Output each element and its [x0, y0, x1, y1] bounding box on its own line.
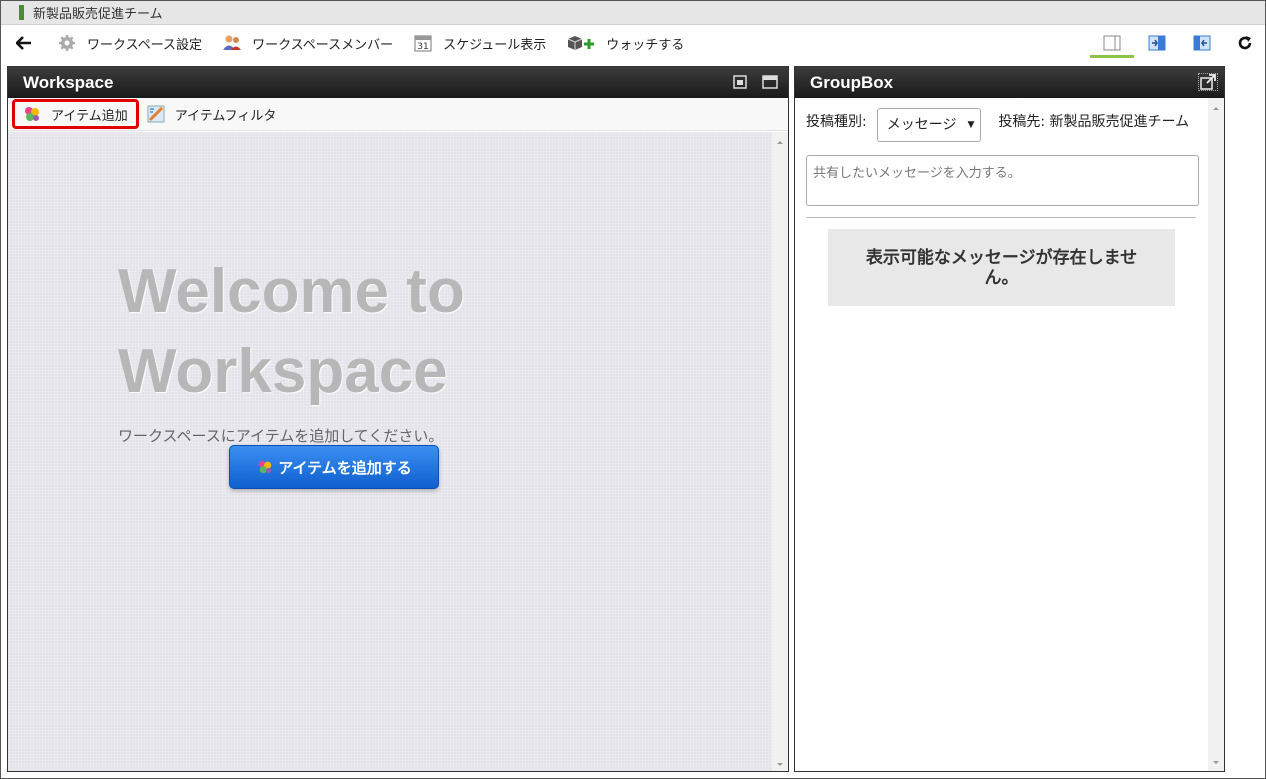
groupbox-title: GroupBox: [810, 72, 894, 92]
post-type-select[interactable]: メッセージ ▼: [876, 108, 982, 142]
workspace-members-label: ワークスペースメンバー: [252, 37, 394, 53]
arrow-left-icon: [16, 36, 31, 50]
schedule-view-button[interactable]: 31 スケジュール表示: [403, 29, 556, 57]
workspace-header-icons: [730, 73, 780, 91]
window-title: 新製品販売促進チーム: [33, 7, 163, 22]
workspace-settings-button[interactable]: ワークスペース設定: [47, 29, 212, 57]
empty-message-box: 表示可能なメッセージが存在しません。: [828, 229, 1175, 306]
groupbox-divider: [806, 217, 1196, 218]
workspace-title: Workspace: [23, 72, 114, 92]
groupbox-scrollbar[interactable]: [1208, 98, 1224, 771]
workspace-restore-button[interactable]: [730, 73, 750, 91]
toolbar: ワークスペース設定 ワークスペースメンバー 31 スケジュール表示 ウォッチする: [1, 26, 1265, 60]
item-filter-action[interactable]: アイテムフィルタ: [139, 100, 285, 128]
dropdown-arrow-icon: ▼: [967, 120, 975, 130]
external-link-icon: [1200, 74, 1216, 90]
groupbox-body: 投稿種別: メッセージ ▼ 投稿先: 新製品販売促進チーム 共有したいメッセージ…: [795, 98, 1208, 771]
welcome-heading: Welcome to Workspace: [118, 252, 465, 412]
groupbox-panel: GroupBox 投稿種別: メッセージ ▼ 投稿先: 新製品販売促進チーム 共…: [794, 66, 1225, 772]
calendar-day-text: 31: [417, 42, 428, 52]
layout-single-button[interactable]: [1090, 28, 1134, 58]
gear-icon: [57, 33, 77, 53]
welcome-line-1: Welcome to: [118, 257, 465, 326]
workspace-panel: Workspace アイテム追加 アイテムフィルタ Welcome to Wor…: [7, 66, 789, 772]
add-item-button-label: アイテムを追加する: [278, 458, 412, 477]
groupbox-header-icons: [1198, 73, 1218, 91]
watch-button[interactable]: ウォッチする: [556, 29, 694, 57]
window-maximize-icon: [762, 75, 778, 89]
workspace-action-bar: アイテム追加 アイテムフィルタ: [8, 98, 788, 131]
scroll-up-arrow-icon: [1213, 107, 1219, 110]
workspace-maximize-button[interactable]: [760, 73, 780, 91]
post-options-row: 投稿種別: メッセージ ▼ 投稿先: 新製品販売促進チーム: [806, 108, 1197, 142]
calendar-icon: 31: [413, 33, 433, 53]
workspace-settings-label: ワークスペース設定: [87, 37, 203, 53]
post-type-label: 投稿種別:: [806, 114, 867, 130]
scroll-down-arrow-icon: [777, 763, 783, 766]
title-marker-icon: [19, 5, 24, 20]
add-item-label: アイテム追加: [51, 108, 128, 124]
groupbox-header: GroupBox: [795, 67, 1224, 98]
groupbox-popout-button[interactable]: [1198, 73, 1218, 91]
workspace-scrollbar[interactable]: [772, 132, 788, 771]
welcome-line-2: Workspace: [118, 337, 448, 406]
title-bar: 新製品販売促進チーム: [1, 1, 1265, 25]
add-item-icon: [23, 105, 41, 123]
post-type-value: メッセージ: [886, 117, 957, 133]
scroll-down-arrow-icon: [1213, 761, 1219, 764]
layout-switcher: [1090, 26, 1265, 60]
welcome-subtitle: ワークスペースにアイテムを追加してください。: [118, 427, 444, 445]
item-filter-label: アイテムフィルタ: [174, 108, 277, 124]
members-icon: [222, 33, 242, 53]
post-destination: 投稿先: 新製品販売促進チーム: [998, 114, 1190, 130]
add-item-button[interactable]: アイテムを追加する: [229, 445, 439, 489]
message-input[interactable]: 共有したいメッセージを入力する。: [806, 155, 1199, 206]
add-item-button-icon: [256, 458, 274, 476]
scroll-up-arrow-icon: [777, 141, 783, 144]
layout-left-button[interactable]: [1180, 28, 1224, 58]
back-button[interactable]: [13, 32, 35, 54]
workspace-canvas: Welcome to Workspace ワークスペースにアイテムを追加してくだ…: [8, 132, 772, 771]
refresh-button[interactable]: [1225, 28, 1265, 58]
item-filter-icon: [147, 105, 165, 123]
watch-add-icon: [566, 33, 596, 53]
window-restore-icon: [733, 75, 747, 89]
workspace-members-button[interactable]: ワークスペースメンバー: [212, 29, 403, 57]
layout-right-button[interactable]: [1135, 28, 1179, 58]
schedule-view-label: スケジュール表示: [443, 37, 547, 53]
layout-single-icon: [1103, 35, 1121, 51]
watch-label: ウォッチする: [606, 37, 685, 53]
layout-left-icon: [1193, 35, 1211, 51]
workspace-header: Workspace: [8, 67, 788, 98]
refresh-icon: [1238, 36, 1252, 50]
layout-right-icon: [1148, 35, 1166, 51]
add-item-action[interactable]: アイテム追加: [12, 99, 139, 129]
